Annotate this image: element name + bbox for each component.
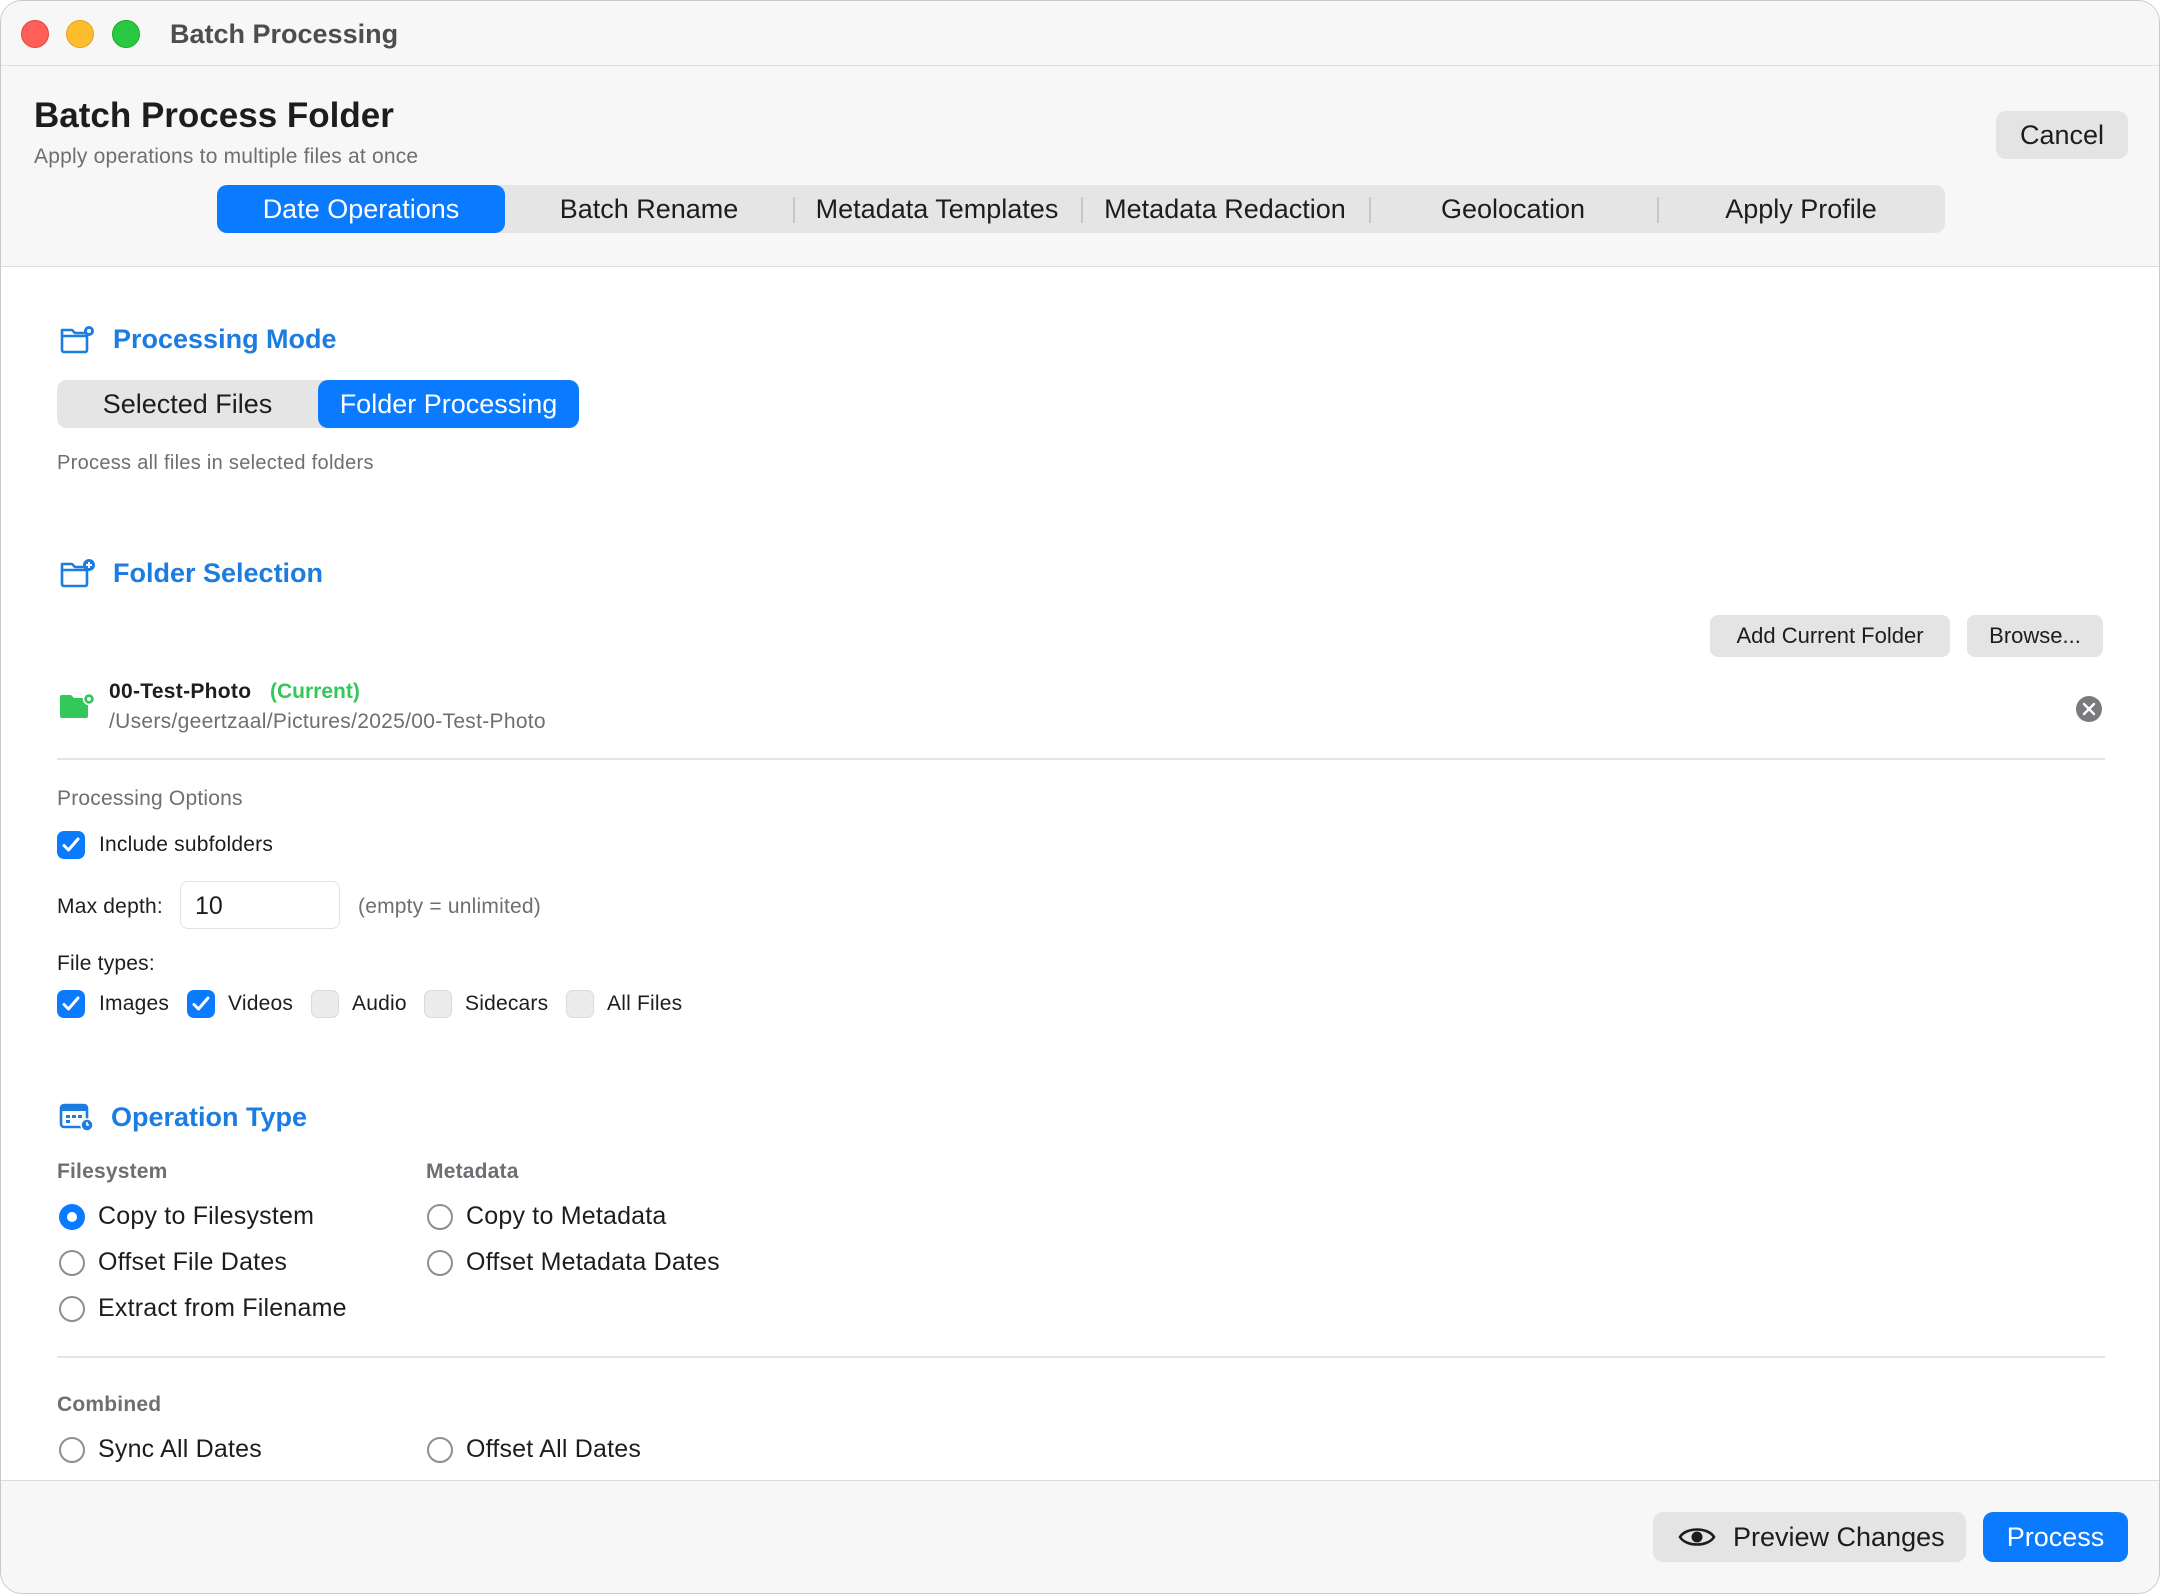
max-depth-label: Max depth: (57, 895, 163, 918)
tab-metadata-redaction[interactable]: Metadata Redaction (1081, 185, 1369, 233)
section-title: Operation Type (111, 1101, 308, 1132)
audio-label: Audio (352, 992, 407, 1015)
close-window-button[interactable] (21, 20, 49, 48)
file-types-label: File types: (57, 952, 155, 975)
videos-checkbox[interactable] (187, 990, 215, 1018)
sidecars-label: Sidecars (465, 992, 549, 1015)
videos-label: Videos (228, 992, 294, 1015)
offset-all-dates-radio[interactable] (427, 1437, 453, 1463)
tab-metadata-templates[interactable]: Metadata Templates (793, 185, 1081, 233)
combined-group-label: Combined (57, 1393, 162, 1416)
metadata-group-label: Metadata (426, 1160, 519, 1183)
batch-processing-window: Batch Processing Batch Process Folder Ap… (0, 0, 2160, 1594)
preview-changes-button[interactable]: Preview Changes (1653, 1512, 1966, 1562)
copy-to-metadata-radio[interactable] (427, 1204, 453, 1230)
operation-tabs: Date Operations Batch Rename Metadata Te… (217, 185, 1945, 233)
filesystem-group-label: Filesystem (57, 1160, 168, 1183)
divider (57, 1356, 2105, 1358)
title-bar: Batch Processing (1, 1, 2159, 66)
processing-options-label: Processing Options (57, 787, 243, 810)
tab-geolocation[interactable]: Geolocation (1369, 185, 1657, 233)
main-content[interactable]: Processing Mode Selected Files Folder Pr… (1, 267, 2159, 1480)
minimize-window-button[interactable] (66, 20, 94, 48)
offset-all-dates-label: Offset All Dates (466, 1435, 642, 1463)
include-subfolders-label: Include subfolders (99, 833, 274, 856)
mode-hint: Process all files in selected folders (57, 452, 374, 474)
images-label: Images (99, 992, 170, 1015)
copy-to-filesystem-label: Copy to Filesystem (98, 1202, 315, 1230)
sync-all-dates-radio[interactable] (59, 1437, 85, 1463)
extract-from-filename-label: Extract from Filename (98, 1294, 347, 1322)
tab-date-operations[interactable]: Date Operations (217, 185, 505, 233)
images-checkbox[interactable] (57, 990, 85, 1018)
preview-changes-label: Preview Changes (1733, 1522, 1945, 1552)
copy-to-metadata-label: Copy to Metadata (466, 1202, 667, 1230)
all-files-checkbox[interactable] (566, 990, 594, 1018)
page-title: Batch Process Folder (34, 96, 394, 135)
page-subtitle: Apply operations to multiple files at on… (34, 145, 419, 168)
add-current-folder-button[interactable]: Add Current Folder (1710, 615, 1950, 657)
max-depth-field[interactable]: 10 (180, 881, 340, 929)
offset-metadata-dates-radio[interactable] (427, 1250, 453, 1276)
audio-checkbox[interactable] (311, 990, 339, 1018)
zoom-window-button[interactable] (112, 20, 140, 48)
processing-mode-picker: Selected Files Folder Processing (57, 380, 579, 428)
current-folder-badge: (Current) (270, 680, 360, 703)
offset-file-dates-radio[interactable] (59, 1250, 85, 1276)
folder-gear-icon (59, 323, 97, 355)
tab-batch-rename[interactable]: Batch Rename (505, 185, 793, 233)
include-subfolders-checkbox[interactable] (57, 831, 85, 859)
divider (57, 758, 2105, 760)
operation-type-header: Operation Type (59, 1101, 307, 1133)
remove-folder-icon[interactable] (2075, 695, 2103, 728)
all-files-label: All Files (607, 992, 683, 1015)
processing-mode-header: Processing Mode (59, 323, 337, 355)
folder-path: /Users/geertzaal/Pictures/2025/00-Test-P… (109, 710, 546, 733)
folder-add-icon (59, 557, 97, 589)
copy-to-filesystem-radio[interactable] (59, 1204, 85, 1230)
process-button[interactable]: Process (1983, 1512, 2128, 1562)
folder-gear-icon (59, 692, 97, 727)
window-title: Batch Processing (170, 19, 399, 49)
sheet-header: Batch Process Folder Apply operations to… (1, 66, 2159, 267)
tab-apply-profile[interactable]: Apply Profile (1657, 185, 1945, 233)
calendar-clock-icon (59, 1101, 95, 1133)
sync-all-dates-label: Sync All Dates (98, 1435, 262, 1463)
folder-name: 00-Test-Photo (109, 680, 252, 703)
extract-from-filename-radio[interactable] (59, 1296, 85, 1322)
footer-bar: Preview Changes Process (1, 1480, 2159, 1593)
max-depth-hint: (empty = unlimited) (358, 895, 541, 918)
cancel-button[interactable]: Cancel (1996, 111, 2128, 159)
folder-selection-header: Folder Selection (59, 557, 323, 589)
mode-selected-files[interactable]: Selected Files (57, 380, 318, 428)
sidecars-checkbox[interactable] (424, 990, 452, 1018)
offset-metadata-dates-label: Offset Metadata Dates (466, 1248, 720, 1276)
section-title: Folder Selection (113, 557, 324, 588)
offset-file-dates-label: Offset File Dates (98, 1248, 288, 1276)
browse-button[interactable]: Browse... (1967, 615, 2103, 657)
section-title: Processing Mode (113, 323, 337, 354)
mode-folder-processing[interactable]: Folder Processing (318, 380, 579, 428)
